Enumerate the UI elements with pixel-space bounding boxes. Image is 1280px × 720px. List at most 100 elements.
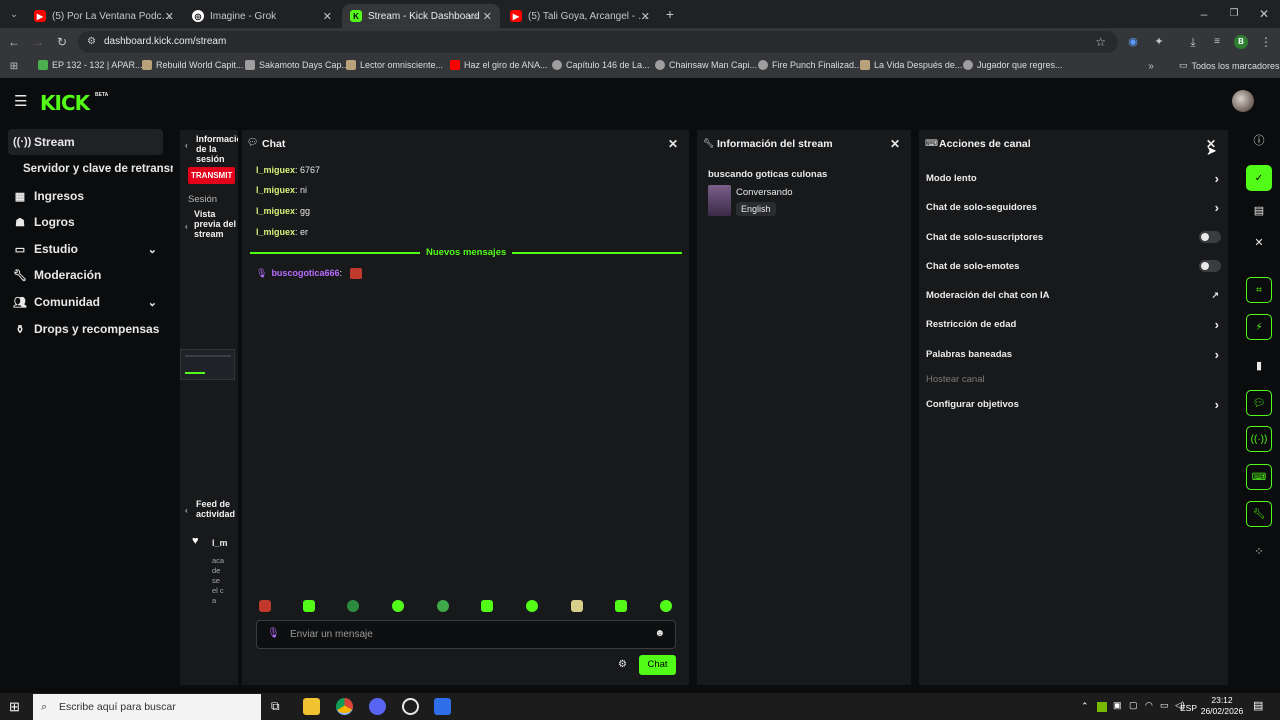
emote-icon[interactable] [259, 600, 271, 612]
emote-icon[interactable] [615, 600, 627, 612]
close-window-icon[interactable]: ✕ [1256, 6, 1272, 22]
nav-comunidad[interactable]: 👥︎ Comunidad ⌄ [8, 289, 163, 315]
action-ai-moderation[interactable]: Moderación del chat con IA ↗ [926, 285, 1222, 305]
wifi-icon[interactable]: ◠ [1145, 700, 1153, 711]
stream-category[interactable]: Conversando [736, 187, 793, 198]
tab-tali-goya[interactable]: ▶ (5) Tali Goya, Arcangel - Flow C ✕ [502, 4, 658, 28]
download-icon[interactable]: ⤓ [1185, 34, 1201, 50]
bookmark-item[interactable]: Sakamoto Days Cap... [245, 60, 349, 70]
more-bookmarks-icon[interactable]: » [1143, 59, 1159, 75]
bookmark-item[interactable]: Jugador que regres... [963, 60, 1063, 70]
bookmark-item[interactable]: EP 132 - 132 | APAR... [38, 60, 143, 70]
bookmark-item[interactable]: Capítulo 146 de La... [552, 60, 650, 70]
emote-icon[interactable] [481, 600, 493, 612]
nvidia-icon[interactable] [1097, 702, 1107, 712]
restore-icon[interactable]: ❐ [1226, 6, 1242, 22]
quick-actions-button[interactable]: ⚡︎ [1246, 314, 1272, 340]
app-blue-icon[interactable] [434, 698, 451, 715]
close-icon[interactable]: ✕ [1250, 233, 1268, 251]
hamburger-menu-icon[interactable]: ☰ [14, 92, 27, 110]
chevron-left-icon[interactable]: ‹ [185, 141, 188, 150]
close-tab-icon[interactable]: ✕ [483, 10, 492, 23]
nav-drops[interactable]: ⚱ Drops y recompensas [8, 316, 163, 342]
close-tab-icon[interactable]: ✕ [323, 10, 332, 23]
minimize-icon[interactable]: – [1196, 6, 1212, 22]
chat-username[interactable]: l_miguex [256, 185, 295, 195]
nav-stream[interactable]: ((·)) Stream [8, 129, 163, 155]
language-indicator[interactable]: ESP [1180, 703, 1197, 713]
nav-moderacion[interactable]: 🔧︎ Moderación [8, 262, 163, 288]
task-view-icon[interactable]: ⧉ [271, 699, 280, 714]
info-icon[interactable]: ⓘ [1250, 131, 1268, 149]
close-stream-info-icon[interactable]: ✕ [890, 137, 900, 151]
back-icon[interactable]: ← [6, 34, 22, 50]
action-banned-words[interactable]: Palabras baneadas › [926, 344, 1222, 364]
file-explorer-icon[interactable] [303, 698, 320, 715]
action-followers-only[interactable]: Chat de solo-seguidores › [926, 197, 1222, 217]
emote-icon[interactable] [392, 600, 404, 612]
chat-username[interactable]: l_miguex [256, 227, 295, 237]
action-slow-mode[interactable]: Modo lento › [926, 168, 1222, 188]
user-avatar[interactable] [1232, 90, 1254, 112]
monitor-icon[interactable]: ▭ [1160, 700, 1169, 711]
reload-icon[interactable]: ↻ [54, 34, 70, 50]
chat-input[interactable]: 🎙︎ Enviar un mensaje ☻ [256, 620, 676, 649]
channel-actions-button[interactable]: ⌨ [1246, 464, 1272, 490]
menu-icon[interactable]: ⋮ [1258, 34, 1274, 50]
emote-icon[interactable] [437, 600, 449, 612]
bookmark-item[interactable]: Chainsaw Man Capi... [655, 60, 757, 70]
new-messages-label[interactable]: Nuevos mensajes [420, 247, 513, 258]
bookmark-item[interactable]: Haz el giro de ANA... [450, 60, 548, 70]
nav-stream-key[interactable]: Servidor y clave de retransm [18, 156, 173, 182]
bookmark-item[interactable]: Lector omnisciente... [346, 60, 443, 70]
tray-app-icon[interactable]: ▣ [1113, 700, 1122, 711]
broadcast-button[interactable]: ((·)) [1246, 426, 1272, 452]
chat-username[interactable]: l_miguex [256, 165, 295, 175]
checklist-button[interactable]: ✓ [1246, 165, 1272, 191]
all-bookmarks-folder[interactable]: ▭ Todos los marcadores [1179, 60, 1280, 71]
tray-app-icon[interactable]: ▢ [1129, 700, 1138, 711]
close-tab-icon[interactable]: ✕ [165, 10, 174, 23]
discord-icon[interactable] [369, 698, 386, 715]
emote-icon[interactable] [303, 600, 315, 612]
nav-estudio[interactable]: ▭ Estudio ⌄ [8, 236, 163, 262]
send-chat-button[interactable]: Chat [639, 655, 676, 675]
extension-blue-icon[interactable]: ◉ [1125, 34, 1141, 50]
address-bar[interactable]: ⚙ dashboard.kick.com/stream ☆ [78, 31, 1118, 53]
action-configure-goals[interactable]: Configurar objetivos › [926, 394, 1222, 414]
emote-icon[interactable] [526, 600, 538, 612]
clock[interactable]: 23:12 26/02/2026 [1200, 695, 1244, 717]
session-tab[interactable]: Sesión [188, 194, 217, 205]
bookmark-item[interactable]: La Vida Después de... [860, 60, 962, 70]
emote-icon[interactable] [347, 600, 359, 612]
emotes-only-toggle[interactable] [1199, 260, 1221, 272]
moderation-button[interactable]: 🔧︎ [1246, 501, 1272, 527]
reading-list-icon[interactable]: ≡ [1209, 34, 1225, 50]
tray-chevron-icon[interactable]: ⌃ [1081, 701, 1089, 712]
emote-icon[interactable] [660, 600, 672, 612]
apps-shortcut-icon[interactable]: ⁘ [1250, 542, 1268, 560]
tab-search-icon[interactable]: ⌄ [6, 6, 22, 22]
new-tab-icon[interactable]: + [662, 6, 678, 22]
bookmark-item[interactable]: Rebuild World Capit... [142, 60, 243, 70]
chevron-left-icon[interactable]: ‹ [185, 506, 188, 515]
forward-icon[interactable]: → [30, 34, 46, 50]
notifications-icon[interactable]: ▤ [1253, 699, 1263, 712]
site-info-icon[interactable]: ⚙ [87, 31, 96, 53]
chrome-icon[interactable] [336, 698, 353, 715]
close-tab-icon[interactable]: ✕ [641, 10, 650, 23]
windows-start-icon[interactable]: ⊞ [9, 699, 20, 715]
kick-logo[interactable]: KICK [40, 91, 90, 115]
subscribers-only-toggle[interactable] [1199, 231, 1221, 243]
taskbar-search-input[interactable]: ⌕ Escribe aquí para buscar [33, 694, 261, 720]
extensions-icon[interactable]: ✦ [1151, 34, 1167, 50]
chat-username[interactable]: l_miguex [256, 206, 295, 216]
profile-avatar[interactable]: B [1234, 35, 1248, 49]
chat-settings-icon[interactable]: ⚙ [618, 659, 627, 670]
apps-icon[interactable]: ⊞ [6, 59, 22, 75]
emoji-icon[interactable]: ☻ [654, 628, 665, 639]
obs-icon[interactable] [402, 698, 419, 715]
layout-icon[interactable]: ▤ [1250, 201, 1268, 219]
close-chat-icon[interactable]: ✕ [668, 137, 678, 151]
chat-button[interactable]: 💬︎ [1246, 390, 1272, 416]
